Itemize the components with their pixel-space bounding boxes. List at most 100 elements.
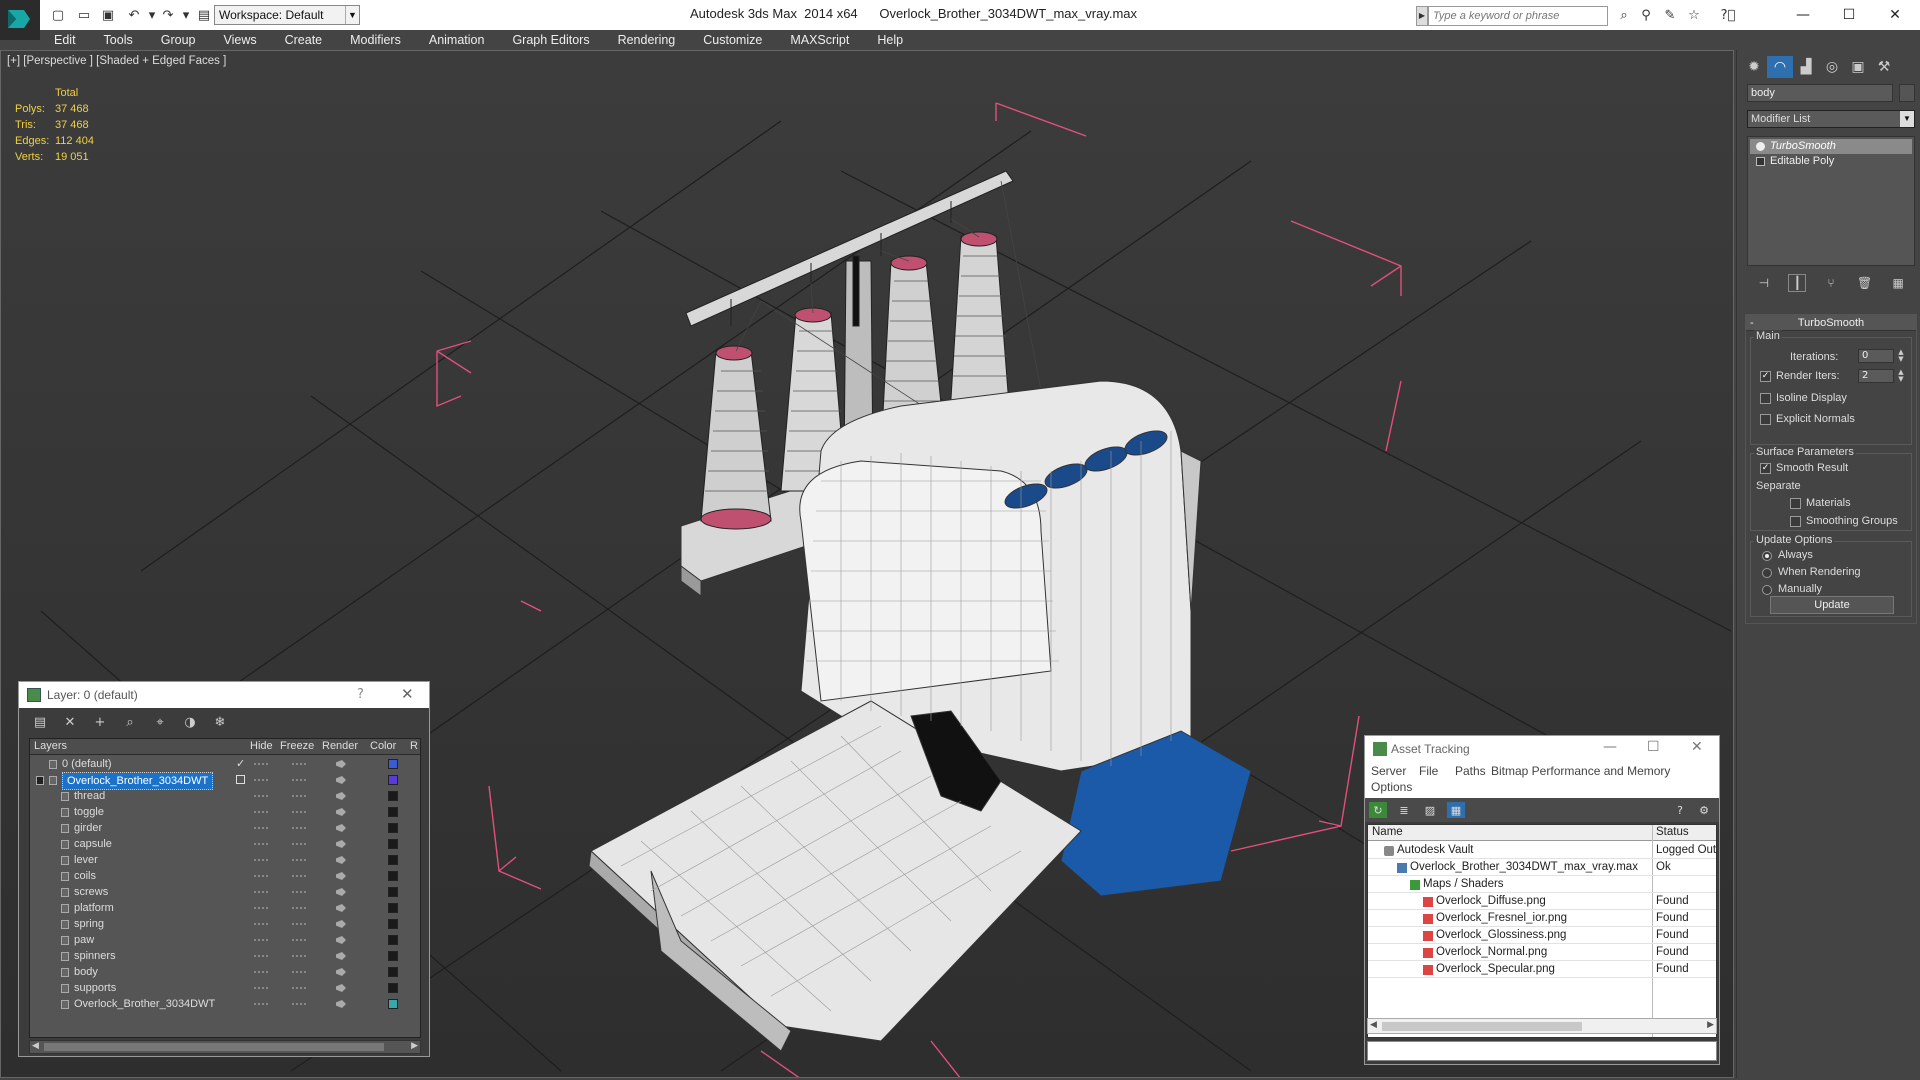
maximize-icon[interactable]: ☐ (1647, 739, 1660, 755)
layer-row[interactable]: spinners (30, 948, 420, 964)
asset-menu-bitmap[interactable]: Bitmap Performance and Memory (1491, 764, 1670, 778)
materials-checkbox[interactable] (1790, 498, 1801, 509)
freeze-toggle[interactable] (292, 811, 306, 813)
scrollbar-thumb[interactable] (44, 1043, 384, 1051)
asset-menu-paths[interactable]: Paths (1455, 764, 1486, 778)
menu-tools[interactable]: Tools (90, 33, 147, 47)
render-teapot-icon[interactable] (336, 856, 346, 864)
layer-name[interactable]: supports (74, 980, 116, 996)
asset-row[interactable]: Maps / Shaders (1368, 876, 1716, 893)
hide-all-icon[interactable]: ◑ (175, 712, 205, 732)
layer-color-swatch[interactable] (388, 903, 398, 913)
layer-name[interactable]: Overlock_Brother_3034DWT (74, 996, 215, 1012)
layer-window-titlebar[interactable]: Layer: 0 (default) ? ✕ (19, 682, 429, 708)
layer-color-swatch[interactable] (388, 807, 398, 817)
layer-color-swatch[interactable] (388, 999, 398, 1009)
expand-plus-icon[interactable] (1756, 157, 1765, 166)
light-bulb-icon[interactable] (1756, 142, 1765, 151)
asset-row[interactable]: Overlock_Diffuse.png Found (1368, 893, 1716, 910)
asset-row[interactable]: Autodesk Vault Logged Out (1368, 842, 1716, 859)
binoculars-icon[interactable]: ⌕ (1614, 6, 1634, 24)
expand-minus-icon[interactable] (36, 776, 44, 785)
search-input[interactable]: Type a keyword or phrase (1428, 6, 1608, 26)
layer-row[interactable]: spring (30, 916, 420, 932)
explicit-normals-checkbox[interactable] (1760, 414, 1771, 425)
object-color-swatch[interactable] (1899, 84, 1915, 102)
asset-menu-server[interactable]: Server (1371, 764, 1406, 778)
subscription-icon[interactable]: ⚲ (1636, 6, 1656, 24)
delete-layer-icon[interactable]: ✕ (55, 712, 85, 732)
hide-toggle[interactable] (254, 827, 268, 829)
always-radio[interactable] (1762, 551, 1772, 561)
hide-toggle[interactable] (254, 891, 268, 893)
render-teapot-icon[interactable] (336, 824, 346, 832)
layer-row[interactable]: supports (30, 980, 420, 996)
layer-name[interactable]: screws (74, 884, 108, 900)
col-r[interactable]: R (410, 740, 418, 752)
layer-color-swatch[interactable] (388, 935, 398, 945)
hide-toggle[interactable] (254, 811, 268, 813)
new-file-icon[interactable]: ▢ (48, 6, 68, 24)
freeze-toggle[interactable] (292, 907, 306, 909)
render-teapot-icon[interactable] (336, 840, 346, 848)
list-view-icon[interactable]: ≣ (1395, 802, 1413, 818)
undo-icon[interactable]: ↶ (124, 6, 144, 24)
hide-toggle[interactable] (254, 795, 268, 797)
select-objects-icon[interactable]: ⌕ (115, 712, 145, 732)
layer-row[interactable]: 0 (default) ✓ (30, 756, 420, 772)
asset-row[interactable]: Overlock_Glossiness.png Found (1368, 927, 1716, 944)
close-icon[interactable]: ✕ (1872, 0, 1918, 30)
layer-color-swatch[interactable] (388, 759, 398, 769)
layer-name[interactable]: thread (74, 788, 105, 804)
configure-sets-icon[interactable]: ▦ (1889, 274, 1907, 292)
render-iters-spinner[interactable]: 2 (1858, 369, 1894, 383)
project-folder-icon[interactable]: ▤ (194, 6, 214, 24)
freeze-toggle[interactable] (292, 987, 306, 989)
render-teapot-icon[interactable] (336, 984, 346, 992)
menu-edit[interactable]: Edit (40, 33, 90, 47)
asset-row[interactable]: Overlock_Specular.png Found (1368, 961, 1716, 978)
freeze-toggle[interactable] (292, 827, 306, 829)
search-expand-icon[interactable]: ▶ (1416, 6, 1428, 26)
menu-help[interactable]: Help (863, 33, 917, 47)
pin-stack-icon[interactable]: ⊣ (1755, 274, 1773, 292)
freeze-toggle[interactable] (292, 923, 306, 925)
freeze-toggle[interactable] (292, 891, 306, 893)
minimize-icon[interactable]: — (1780, 0, 1826, 30)
isoline-checkbox[interactable] (1760, 393, 1771, 404)
menu-modifiers[interactable]: Modifiers (336, 33, 415, 47)
layer-name[interactable]: toggle (74, 804, 104, 820)
modifier-list-select[interactable]: Modifier List ▼ (1747, 110, 1915, 128)
render-teapot-icon[interactable] (336, 872, 346, 880)
scrollbar-thumb[interactable] (1382, 1022, 1582, 1031)
settings-help-icon[interactable]: ⚙ (1695, 802, 1713, 818)
menu-customize[interactable]: Customize (689, 33, 776, 47)
render-teapot-icon[interactable] (336, 888, 346, 896)
set-active-icon[interactable] (236, 775, 245, 784)
table-view-icon[interactable]: ▦ (1447, 802, 1465, 818)
asset-path-field[interactable] (1367, 1041, 1717, 1061)
update-button[interactable]: Update (1770, 596, 1894, 614)
app-logo-icon[interactable] (0, 0, 40, 40)
render-teapot-icon[interactable] (336, 952, 346, 960)
display-tab-icon[interactable]: ▣ (1845, 56, 1871, 78)
freeze-toggle[interactable] (292, 939, 306, 941)
rollout-header[interactable]: - TurboSmooth (1746, 315, 1916, 331)
layer-horizontal-scrollbar[interactable]: ◀ ▶ (29, 1040, 421, 1054)
render-teapot-icon[interactable] (336, 776, 346, 784)
make-unique-icon[interactable]: ⑂ (1822, 274, 1840, 292)
asset-horizontal-scrollbar[interactable]: ◀ ▶ (1367, 1018, 1717, 1034)
layer-color-swatch[interactable] (388, 967, 398, 977)
maximize-icon[interactable]: ☐ (1826, 0, 1872, 30)
help-icon[interactable]: ?⃝ (1718, 6, 1738, 24)
hide-toggle[interactable] (254, 875, 268, 877)
layer-color-swatch[interactable] (388, 951, 398, 961)
layer-row[interactable]: Overlock_Brother_3034DWT (30, 772, 420, 790)
render-teapot-icon[interactable] (336, 792, 346, 800)
menu-create[interactable]: Create (271, 33, 337, 47)
freeze-toggle[interactable] (292, 971, 306, 973)
asset-row[interactable]: Overlock_Normal.png Found (1368, 944, 1716, 961)
asset-row[interactable]: Overlock_Brother_3034DWT_max_vray.max Ok (1368, 859, 1716, 876)
spinner-arrows-icon[interactable]: ▲ ▼ (1896, 369, 1906, 383)
layer-name[interactable]: capsule (74, 836, 112, 852)
